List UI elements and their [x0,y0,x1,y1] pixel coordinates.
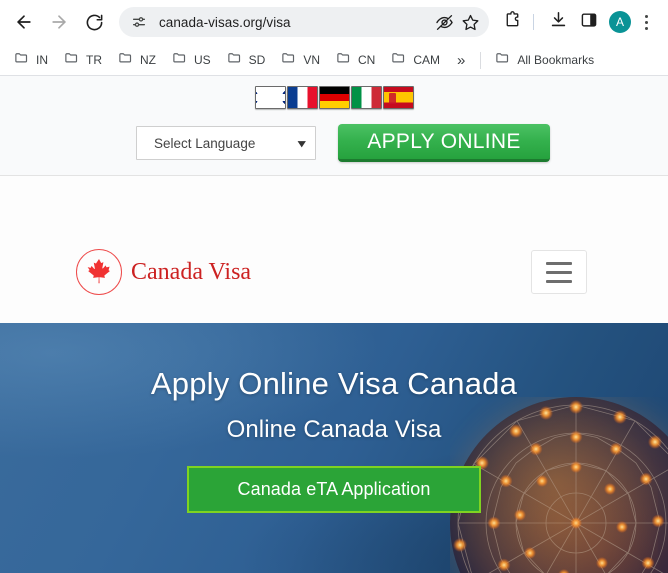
folder-icon [281,50,296,70]
chevron-down-icon: ▾ [298,137,306,150]
hero-banner: Apply Online Visa Canada Online Canada V… [0,323,668,573]
bookmark-label: US [194,53,211,67]
hamburger-menu-icon[interactable] [531,250,587,294]
bookmark-folder-cn[interactable]: CN [328,48,383,72]
extensions-icon [503,10,522,34]
bookmark-label: TR [86,53,102,67]
bookmark-label: NZ [140,53,156,67]
page-viewport: Select Language ▾ APPLY ONLINE Canada Vi… [0,76,668,573]
folder-icon [336,50,351,70]
bookmark-label: IN [36,53,48,67]
bookmark-folder-cam[interactable]: CAM [383,48,448,72]
hero-title: Apply Online Visa Canada [150,366,518,401]
toolbar-divider [533,14,534,30]
side-panel-button[interactable] [575,7,603,37]
folder-icon [391,50,406,70]
back-button[interactable] [9,7,39,37]
language-select-value: Select Language [154,135,256,151]
star-icon[interactable] [457,9,483,35]
address-bar[interactable]: canada-visas.org/visa [119,7,489,37]
bookmarks-overflow-button[interactable]: » [448,53,474,68]
flag-list [0,86,668,111]
all-bookmarks-button[interactable]: All Bookmarks [487,48,602,72]
site-logo-text: Canada Visa [131,258,252,285]
flag-france-icon[interactable] [286,86,318,109]
bookmark-label: CAM [413,53,441,67]
downloads-button[interactable] [544,7,572,37]
bookmarks-divider [480,51,482,69]
browser-toolbar: canada-visas.org/visa A [0,0,668,44]
forward-arrow-icon [49,12,69,32]
forward-button[interactable] [44,7,74,37]
site-logo[interactable]: Canada Visa [76,249,251,295]
reload-button[interactable] [79,7,109,37]
language-bar: Select Language ▾ APPLY ONLINE [0,76,668,176]
bookmark-folder-nz[interactable]: NZ [110,48,164,72]
folder-icon [118,50,133,70]
apply-online-button[interactable]: APPLY ONLINE [338,124,550,162]
bookmark-label: VN [303,53,321,67]
maple-leaf-icon [76,249,122,295]
all-bookmarks-label: All Bookmarks [517,53,595,67]
bookmark-folder-sd[interactable]: SD [219,48,274,72]
flag-germany-icon[interactable] [318,86,350,109]
url-text[interactable]: canada-visas.org/visa [159,15,431,30]
browser-chrome: canada-visas.org/visa A IN TR NZ US SD V… [0,0,668,76]
hero-subtitle: Online Canada Visa [226,416,442,443]
download-icon [549,10,568,34]
flag-united-kingdom-icon[interactable] [254,86,286,109]
site-header: Canada Visa [0,176,668,323]
bookmark-label: SD [248,53,266,67]
kebab-menu-icon[interactable] [633,7,659,37]
profile-avatar[interactable]: A [609,11,631,33]
bookmark-label: CN [358,53,376,67]
folder-icon [64,50,79,70]
back-arrow-icon [14,12,34,32]
tune-icon[interactable] [130,13,148,31]
eye-slash-icon[interactable] [431,9,457,35]
folder-icon [172,50,187,70]
flag-italy-icon[interactable] [350,86,382,109]
bookmark-folder-in[interactable]: IN [6,48,56,72]
language-select[interactable]: Select Language ▾ [136,126,316,160]
language-controls-row: Select Language ▾ APPLY ONLINE [0,124,668,162]
bookmark-folder-us[interactable]: US [164,48,219,72]
folder-icon [14,50,29,70]
side-panel-icon [580,11,598,34]
folder-icon [227,50,242,70]
reload-icon [85,13,104,32]
canada-eta-application-button[interactable]: Canada eTA Application [187,466,481,513]
hero-content: Apply Online Visa Canada Online Canada V… [0,323,668,513]
bookmark-folder-tr[interactable]: TR [56,48,110,72]
bookmark-folder-vn[interactable]: VN [273,48,328,72]
extensions-button[interactable] [498,7,526,37]
bookmarks-bar: IN TR NZ US SD VN CN CAM » All Bookmarks [0,44,668,76]
folder-icon [495,50,510,70]
flag-spain-icon[interactable] [382,86,414,109]
